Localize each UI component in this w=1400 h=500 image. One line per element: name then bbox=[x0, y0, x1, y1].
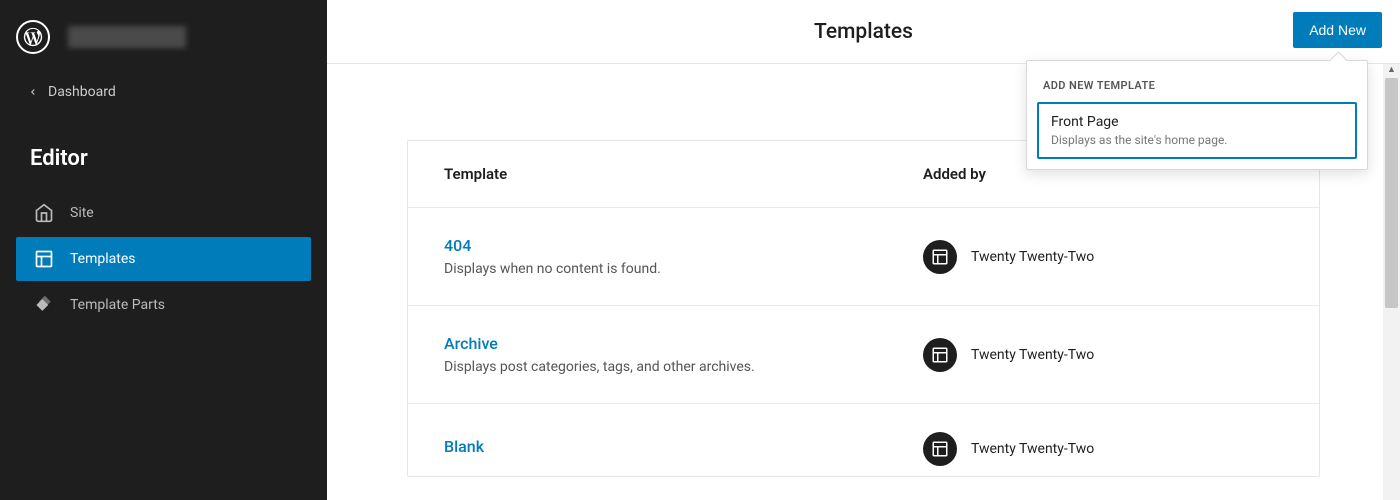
template-cell: Archive Displays post categories, tags, … bbox=[444, 334, 923, 375]
layout-icon bbox=[34, 249, 54, 269]
wordpress-logo-icon[interactable] bbox=[16, 20, 50, 54]
dashboard-back-link[interactable]: Dashboard bbox=[0, 74, 327, 110]
templates-table: Template Added by 404 Displays when no c… bbox=[407, 140, 1320, 477]
table-row: Archive Displays post categories, tags, … bbox=[408, 306, 1319, 404]
template-name-link[interactable]: 404 bbox=[444, 236, 923, 255]
table-row: 404 Displays when no content is found. T… bbox=[408, 208, 1319, 306]
theme-icon bbox=[923, 432, 957, 466]
added-by-cell: Twenty Twenty-Two bbox=[923, 338, 1283, 372]
home-icon bbox=[34, 203, 54, 223]
sidebar-nav: Site Templates Template Parts bbox=[0, 191, 327, 327]
sidebar: Dashboard Editor Site Templates Template… bbox=[0, 0, 327, 500]
page-title: Templates bbox=[814, 20, 913, 44]
added-by-cell: Twenty Twenty-Two bbox=[923, 240, 1283, 274]
template-cell: Blank bbox=[444, 437, 923, 462]
popover-option-front-page[interactable]: Front Page Displays as the site's home p… bbox=[1037, 102, 1357, 159]
dashboard-label: Dashboard bbox=[48, 84, 116, 100]
table-row: Blank Twenty Twenty-Two bbox=[408, 404, 1319, 476]
topbar: Templates Add New bbox=[327, 0, 1400, 64]
sidebar-item-templates[interactable]: Templates bbox=[16, 237, 311, 281]
scrollbar[interactable]: ▲ bbox=[1383, 64, 1400, 500]
add-new-button[interactable]: Add New bbox=[1293, 12, 1382, 48]
added-by-label: Twenty Twenty-Two bbox=[971, 249, 1094, 265]
add-new-template-popover: ADD NEW TEMPLATE Front Page Displays as … bbox=[1026, 60, 1368, 170]
template-name-link[interactable]: Blank bbox=[444, 437, 923, 456]
sidebar-item-label: Site bbox=[70, 205, 94, 221]
template-description: Displays post categories, tags, and othe… bbox=[444, 359, 923, 375]
theme-icon bbox=[923, 240, 957, 274]
sidebar-header bbox=[0, 0, 327, 74]
popover-heading: ADD NEW TEMPLATE bbox=[1027, 61, 1367, 102]
template-name-link[interactable]: Archive bbox=[444, 334, 923, 353]
added-by-label: Twenty Twenty-Two bbox=[971, 347, 1094, 363]
sidebar-item-label: Template Parts bbox=[70, 297, 165, 313]
chevron-left-icon bbox=[28, 87, 38, 97]
editor-heading: Editor bbox=[0, 110, 327, 191]
template-cell: 404 Displays when no content is found. bbox=[444, 236, 923, 277]
popover-option-title: Front Page bbox=[1051, 114, 1343, 130]
diamond-icon bbox=[34, 295, 54, 315]
sidebar-item-site[interactable]: Site bbox=[16, 191, 311, 235]
column-header-template: Template bbox=[444, 165, 923, 183]
popover-option-desc: Displays as the site's home page. bbox=[1051, 133, 1343, 147]
sidebar-item-label: Templates bbox=[70, 251, 136, 267]
site-name-redacted bbox=[68, 26, 186, 48]
scrollbar-thumb[interactable] bbox=[1385, 78, 1398, 308]
template-description: Displays when no content is found. bbox=[444, 261, 923, 277]
scroll-up-arrow-icon[interactable]: ▲ bbox=[1383, 64, 1400, 75]
theme-icon bbox=[923, 338, 957, 372]
added-by-cell: Twenty Twenty-Two bbox=[923, 432, 1283, 466]
main-content: Templates Add New Template Added by 404 … bbox=[327, 0, 1400, 500]
sidebar-item-template-parts[interactable]: Template Parts bbox=[16, 283, 311, 327]
added-by-label: Twenty Twenty-Two bbox=[971, 441, 1094, 457]
